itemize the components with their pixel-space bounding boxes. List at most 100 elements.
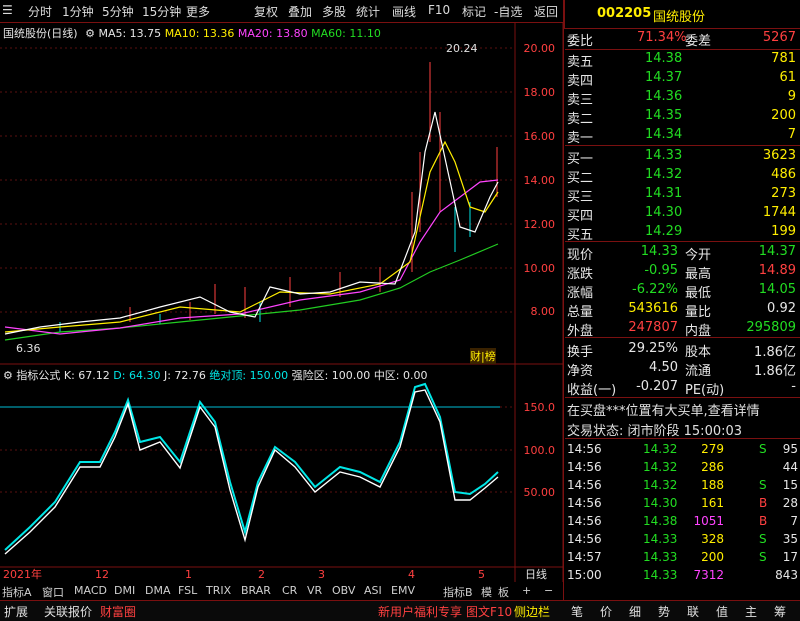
high-price-mark: 20.24 xyxy=(446,42,478,55)
big-order-notice[interactable]: 在买盘***位置有大买单,查看详情 xyxy=(567,400,760,419)
tick-price: 14.32 xyxy=(643,442,678,456)
period-label[interactable]: 日线 xyxy=(525,567,547,581)
tab-template[interactable]: 模 xyxy=(481,584,492,600)
menu-item-f10[interactable]: F10 xyxy=(428,3,450,17)
tick-row: 14:56 14.30 161 B 28 xyxy=(565,495,800,513)
right-mode-tab[interactable]: 势 xyxy=(658,603,670,620)
time-label-5: 4 xyxy=(408,568,415,581)
tab-window[interactable]: 窗口 xyxy=(42,584,64,600)
ask-row[interactable]: 卖三 14.36 9 xyxy=(565,88,800,108)
bid-label: 买二 xyxy=(567,171,594,186)
time-label-2: 1 xyxy=(185,568,192,581)
tab-vr[interactable]: VR xyxy=(307,584,322,597)
price-tick: 18.00 xyxy=(523,86,556,99)
menu-item-more[interactable]: 更多 xyxy=(186,3,210,20)
ask-volume: 781 xyxy=(771,51,796,66)
bottom-related-quotes[interactable]: 关联报价 xyxy=(44,603,92,620)
price-tick: 14.00 xyxy=(523,174,556,187)
bid-row[interactable]: 买三 14.31 273 xyxy=(565,185,800,205)
top-menu-bar: ☰ 分时 1分钟 5分钟 15分钟 更多 复权 叠加 多股 统计 画线 F10 … xyxy=(0,0,563,23)
tab-dmi[interactable]: DMI xyxy=(114,584,135,597)
ask-row[interactable]: 卖五 14.38 781 xyxy=(565,50,800,70)
menu-item-duogu[interactable]: 多股 xyxy=(322,3,346,20)
news-badge[interactable]: 财|榜 xyxy=(470,348,496,364)
menu-item-fuquan[interactable]: 复权 xyxy=(254,3,278,20)
tab-asi[interactable]: ASI xyxy=(364,584,382,597)
tick-volume: 1051 xyxy=(693,514,724,528)
right-mode-tab[interactable]: 值 xyxy=(716,603,728,620)
tick-price: 14.30 xyxy=(643,496,678,510)
menu-item-huaxian[interactable]: 画线 xyxy=(392,3,416,20)
right-mode-tab[interactable]: 细 xyxy=(629,603,641,620)
bid-row[interactable]: 买一 14.33 3623 xyxy=(565,147,800,167)
quote-value: 247807 xyxy=(628,320,678,335)
ask-row[interactable]: 卖一 14.34 7 xyxy=(565,126,800,146)
time-label-1: 12 xyxy=(95,568,109,581)
tick-volume: 279 xyxy=(701,442,724,456)
tick-price: 14.32 xyxy=(643,478,678,492)
right-mode-tab[interactable]: 联 xyxy=(687,603,699,620)
bid-volume: 199 xyxy=(771,224,796,239)
mid-zone: 中区: 0.00 xyxy=(373,369,428,382)
indicator-name[interactable]: 指标公式 xyxy=(16,369,60,382)
right-mode-tab[interactable]: 筹 xyxy=(774,603,786,620)
tick-count: 7 xyxy=(790,514,798,528)
tick-side: S xyxy=(759,532,767,546)
bottom-promo[interactable]: 新用户福利专享 xyxy=(378,603,462,620)
quote-value: 14.89 xyxy=(758,263,796,278)
bid-label: 买一 xyxy=(567,152,594,167)
tab-board[interactable]: 板 xyxy=(498,584,509,600)
quote-value: -0.95 xyxy=(644,263,678,278)
right-mode-tab[interactable]: 主 xyxy=(745,603,757,620)
menu-item-15min[interactable]: 15分钟 xyxy=(142,3,181,20)
menu-item-fenshi[interactable]: 分时 xyxy=(28,3,52,20)
wei-bi-label: 委比 xyxy=(567,34,594,49)
tick-price: 14.38 xyxy=(643,514,678,528)
tick-row: 14:56 14.38 1051 B 7 xyxy=(565,513,800,531)
ask-label: 卖一 xyxy=(567,131,594,146)
bid-price: 14.30 xyxy=(645,205,683,220)
tab-indicator-b[interactable]: 指标B xyxy=(443,584,473,600)
bid-row[interactable]: 买五 14.29 199 xyxy=(565,223,800,243)
tab-trix[interactable]: TRIX xyxy=(206,584,231,597)
menu-item-zixuan[interactable]: -自选 xyxy=(494,3,522,20)
quote-label: 量比 xyxy=(685,305,712,320)
tab-cr[interactable]: CR xyxy=(282,584,297,597)
tab-obv[interactable]: OBV xyxy=(332,584,355,597)
ask-row[interactable]: 卖二 14.35 200 xyxy=(565,107,800,127)
tick-volume: 161 xyxy=(701,496,724,510)
menu-item-tongji[interactable]: 统计 xyxy=(356,3,380,20)
ask-volume: 61 xyxy=(779,70,796,85)
tick-row: 14:56 14.33 328 S 35 xyxy=(565,531,800,549)
ask-row[interactable]: 卖四 14.37 61 xyxy=(565,69,800,89)
menu-icon[interactable]: ☰ xyxy=(2,3,13,17)
right-mode-tab[interactable]: 笔 xyxy=(571,603,583,620)
bottom-sidebar[interactable]: 侧边栏 xyxy=(514,603,550,620)
tab-fsl[interactable]: FSL xyxy=(178,584,197,597)
tab-indicator-a[interactable]: 指标A xyxy=(2,584,32,600)
settings-gear-icon[interactable]: ⚙ xyxy=(3,369,13,382)
price-tick: 20.00 xyxy=(523,42,556,55)
menu-item-diejia[interactable]: 叠加 xyxy=(288,3,312,20)
menu-item-biaoji[interactable]: 标记 xyxy=(462,3,486,20)
zoom-out-icon[interactable]: − xyxy=(544,584,553,597)
quote-value: 14.33 xyxy=(640,244,678,259)
right-mode-tab[interactable]: 价 xyxy=(600,603,612,620)
menu-item-back[interactable]: 返回 xyxy=(534,3,558,20)
bottom-wealth-circle[interactable]: 财富圈 xyxy=(100,603,136,620)
menu-item-1min[interactable]: 1分钟 xyxy=(62,3,94,20)
ask-label: 卖四 xyxy=(567,74,594,89)
wei-bi-row: 委比 71.34% 委差 5267 xyxy=(565,29,800,49)
tab-emv[interactable]: EMV xyxy=(391,584,415,597)
tick-row: 14:56 14.32 188 S 15 xyxy=(565,477,800,495)
tab-macd[interactable]: MACD xyxy=(74,584,107,597)
bid-row[interactable]: 买二 14.32 486 xyxy=(565,166,800,186)
menu-item-5min[interactable]: 5分钟 xyxy=(102,3,134,20)
kline-svg[interactable]: 20.24 6.36 2021年 12 1 2 3 4 5 日线 xyxy=(0,22,563,582)
tab-brar[interactable]: BRAR xyxy=(241,584,271,597)
zoom-in-icon[interactable]: + xyxy=(522,584,531,597)
bid-row[interactable]: 买四 14.30 1744 xyxy=(565,204,800,224)
tab-dma[interactable]: DMA xyxy=(145,584,171,597)
bottom-expand[interactable]: 扩展 xyxy=(4,603,28,620)
bottom-f10[interactable]: 图文F10 xyxy=(466,603,512,620)
